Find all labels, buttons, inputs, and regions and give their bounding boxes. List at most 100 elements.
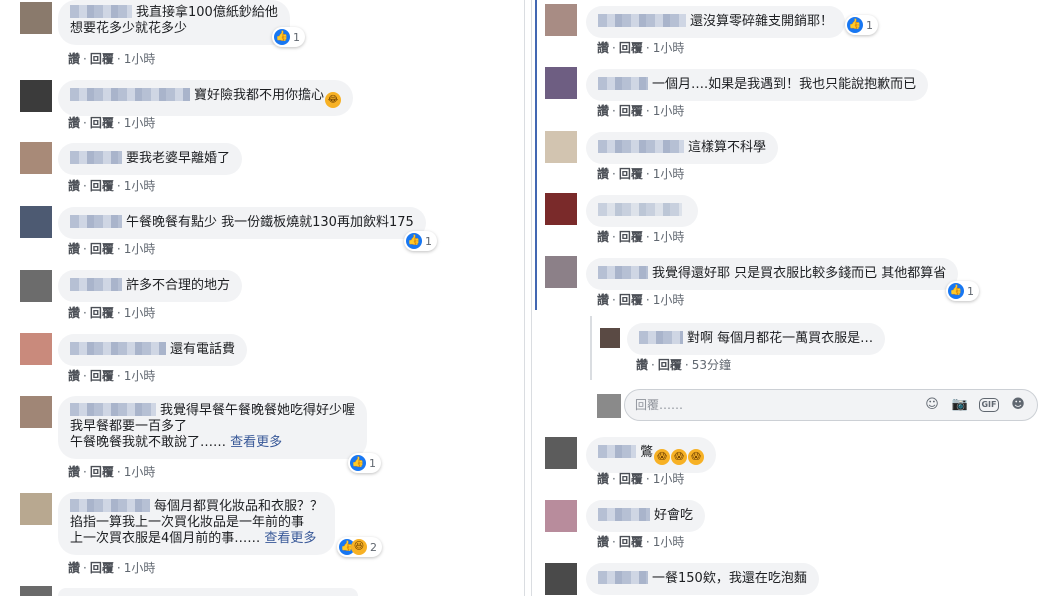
timestamp[interactable]: 53分鐘 bbox=[692, 358, 731, 372]
commenter-name[interactable] bbox=[598, 77, 648, 90]
like-link[interactable]: 讚 bbox=[68, 561, 80, 575]
reply-input[interactable] bbox=[635, 396, 915, 414]
reply-link[interactable]: 回覆 bbox=[90, 465, 114, 479]
see-more-link[interactable]: 查看更多 bbox=[264, 531, 316, 546]
like-link[interactable]: 讚 bbox=[68, 465, 80, 479]
commenter-name[interactable] bbox=[70, 88, 190, 101]
timestamp[interactable]: 1小時 bbox=[124, 52, 156, 66]
timestamp[interactable]: 1小時 bbox=[124, 465, 156, 479]
like-link[interactable]: 讚 bbox=[68, 52, 80, 66]
commenter-name[interactable] bbox=[598, 14, 686, 27]
timestamp[interactable]: 1小時 bbox=[653, 472, 685, 486]
reply-link[interactable]: 回覆 bbox=[619, 104, 643, 118]
see-more-link[interactable]: 查看更多 bbox=[230, 435, 282, 450]
like-link[interactable]: 讚 bbox=[597, 293, 609, 307]
comment-actions: 讚 · 回覆 · 1小時 bbox=[597, 472, 685, 486]
commenter-name[interactable] bbox=[70, 215, 122, 228]
like-link[interactable]: 讚 bbox=[597, 230, 609, 244]
commenter-name[interactable] bbox=[598, 266, 648, 279]
timestamp[interactable]: 1小時 bbox=[653, 535, 685, 549]
reply-link[interactable]: 回覆 bbox=[90, 52, 114, 66]
like-link[interactable]: 讚 bbox=[597, 535, 609, 549]
like-link[interactable]: 讚 bbox=[636, 358, 648, 372]
commenter-name[interactable] bbox=[598, 140, 684, 153]
commenter-name[interactable] bbox=[598, 508, 650, 521]
timestamp[interactable]: 1小時 bbox=[124, 242, 156, 256]
timestamp[interactable]: 1小時 bbox=[124, 369, 156, 383]
like-link[interactable]: 讚 bbox=[68, 369, 80, 383]
reply-link[interactable]: 回覆 bbox=[619, 293, 643, 307]
timestamp[interactable]: 1小時 bbox=[653, 41, 685, 55]
reply-link[interactable]: 回覆 bbox=[90, 179, 114, 193]
reply-link[interactable]: 回覆 bbox=[90, 242, 114, 256]
commenter-name[interactable] bbox=[70, 5, 132, 18]
reply-link[interactable]: 回覆 bbox=[90, 369, 114, 383]
avatar[interactable] bbox=[20, 142, 52, 174]
timestamp[interactable]: 1小時 bbox=[124, 179, 156, 193]
avatar[interactable] bbox=[545, 256, 577, 288]
reply-link[interactable]: 回覆 bbox=[90, 116, 114, 130]
like-link[interactable]: 讚 bbox=[597, 104, 609, 118]
like-link[interactable]: 讚 bbox=[597, 167, 609, 181]
reaction-summary[interactable]: 👍 1 bbox=[272, 27, 305, 47]
commenter-name[interactable] bbox=[70, 499, 150, 512]
avatar[interactable] bbox=[20, 2, 52, 34]
reply-link[interactable]: 回覆 bbox=[90, 306, 114, 320]
reaction-summary[interactable]: 👍😆 2 bbox=[337, 537, 382, 557]
timestamp[interactable]: 1小時 bbox=[653, 230, 685, 244]
reply-link[interactable]: 回覆 bbox=[90, 561, 114, 575]
avatar[interactable] bbox=[20, 333, 52, 365]
timestamp[interactable]: 1小時 bbox=[124, 116, 156, 130]
reply-composer[interactable]: ☺ 📷 GIF ☻ bbox=[624, 389, 1038, 421]
timestamp[interactable]: 1小時 bbox=[653, 293, 685, 307]
reaction-summary[interactable]: 👍 1 bbox=[845, 15, 878, 35]
avatar[interactable] bbox=[545, 67, 577, 99]
reaction-summary[interactable]: 👍 1 bbox=[946, 281, 979, 301]
reply-link[interactable]: 回覆 bbox=[619, 230, 643, 244]
emoji-icon[interactable]: ☺ bbox=[923, 396, 941, 414]
timestamp[interactable]: 1小時 bbox=[124, 561, 156, 575]
reply-link[interactable]: 回覆 bbox=[619, 472, 643, 486]
comment-bubble: 要我老婆早離婚了 bbox=[58, 143, 243, 175]
avatar[interactable] bbox=[20, 493, 52, 525]
sticker-icon[interactable]: ☻ bbox=[1009, 396, 1027, 414]
avatar[interactable] bbox=[545, 193, 577, 225]
avatar[interactable] bbox=[545, 563, 577, 595]
timestamp[interactable]: 1小時 bbox=[653, 104, 685, 118]
gif-icon[interactable]: GIF bbox=[979, 398, 999, 412]
reaction-summary[interactable]: 👍 1 bbox=[348, 453, 381, 473]
like-link[interactable]: 讚 bbox=[68, 179, 80, 193]
commenter-name[interactable] bbox=[598, 445, 636, 458]
timestamp[interactable]: 1小時 bbox=[653, 167, 685, 181]
comment-text-line: 想要花多少就花多少 bbox=[70, 21, 188, 36]
timestamp[interactable]: 1小時 bbox=[124, 306, 156, 320]
avatar[interactable] bbox=[20, 270, 52, 302]
commenter-name[interactable] bbox=[639, 331, 683, 344]
avatar[interactable] bbox=[20, 80, 52, 112]
like-link[interactable]: 讚 bbox=[597, 41, 609, 55]
commenter-name[interactable] bbox=[70, 342, 166, 355]
commenter-name[interactable] bbox=[70, 151, 122, 164]
like-link[interactable]: 讚 bbox=[68, 242, 80, 256]
commenter-name[interactable] bbox=[598, 571, 648, 584]
avatar[interactable] bbox=[20, 206, 52, 238]
reply-link[interactable]: 回覆 bbox=[658, 358, 682, 372]
commenter-name[interactable] bbox=[598, 203, 682, 216]
avatar[interactable] bbox=[545, 131, 577, 163]
avatar[interactable] bbox=[545, 437, 577, 469]
avatar[interactable] bbox=[545, 4, 577, 36]
reply-link[interactable]: 回覆 bbox=[619, 167, 643, 181]
reaction-summary[interactable]: 👍 1 bbox=[404, 231, 437, 251]
reply-link[interactable]: 回覆 bbox=[619, 535, 643, 549]
commenter-name[interactable] bbox=[70, 278, 122, 291]
avatar[interactable] bbox=[20, 396, 52, 428]
commenter-name[interactable] bbox=[70, 403, 156, 416]
avatar[interactable] bbox=[545, 500, 577, 532]
avatar[interactable] bbox=[600, 328, 620, 348]
avatar[interactable] bbox=[20, 586, 52, 596]
like-link[interactable]: 讚 bbox=[597, 472, 609, 486]
camera-icon[interactable]: 📷 bbox=[951, 396, 969, 414]
like-link[interactable]: 讚 bbox=[68, 116, 80, 130]
reply-link[interactable]: 回覆 bbox=[619, 41, 643, 55]
like-link[interactable]: 讚 bbox=[68, 306, 80, 320]
